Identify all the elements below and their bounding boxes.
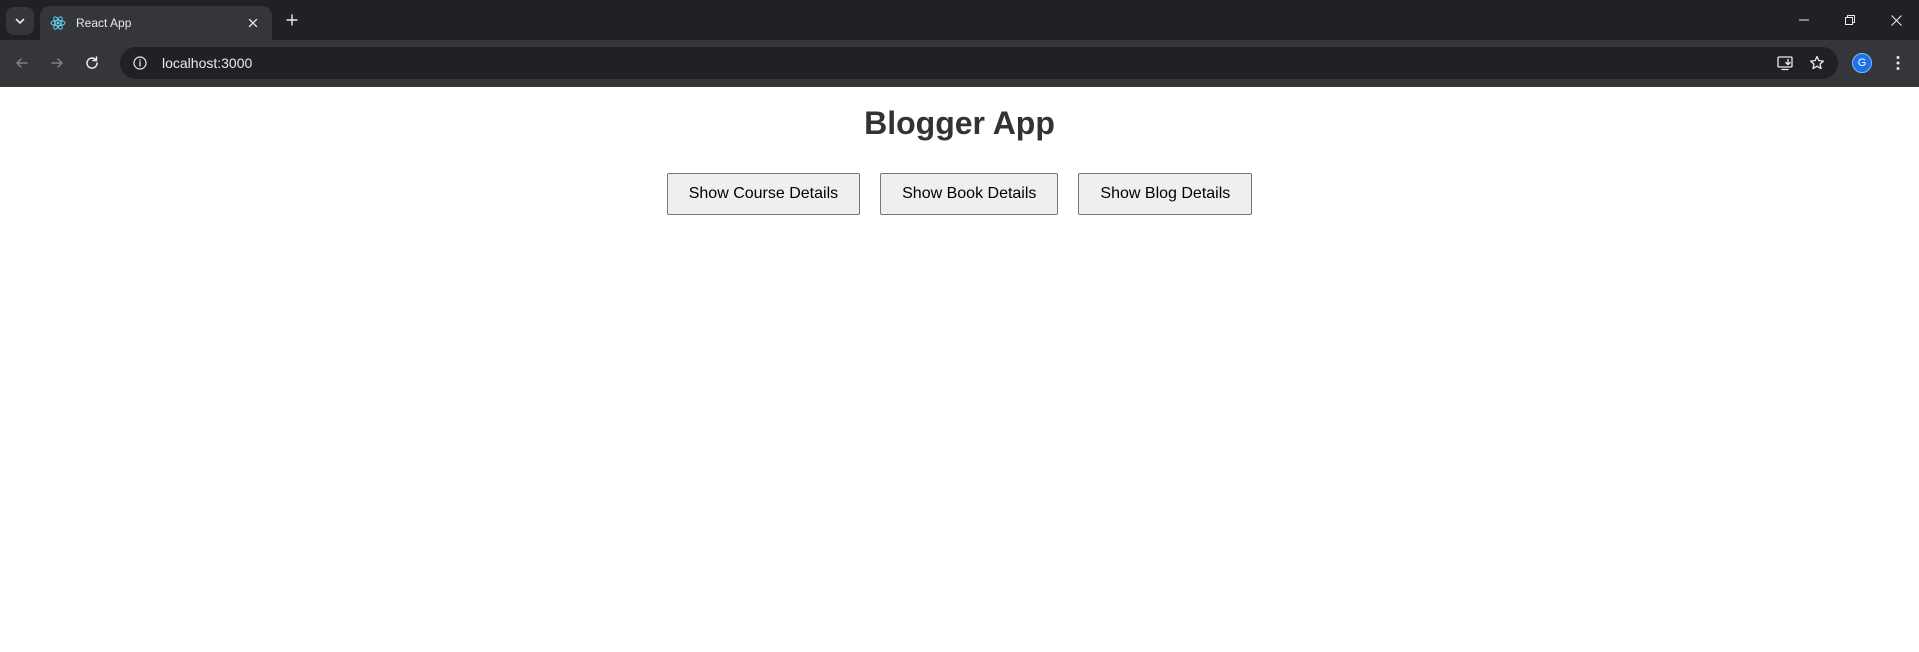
tab-search-button[interactable] xyxy=(6,7,34,35)
tab-strip: React App xyxy=(0,0,1919,40)
page-content: Blogger App Show Course Details Show Boo… xyxy=(0,87,1919,652)
restore-button[interactable] xyxy=(1827,0,1873,40)
close-window-button[interactable] xyxy=(1873,0,1919,40)
react-logo-icon xyxy=(50,15,66,31)
minimize-button[interactable] xyxy=(1781,0,1827,40)
arrow-right-icon xyxy=(49,55,65,71)
url-text: localhost:3000 xyxy=(162,55,253,71)
back-button[interactable] xyxy=(8,49,36,77)
tab-title: React App xyxy=(76,16,132,30)
tab-active[interactable]: React App xyxy=(40,6,272,40)
close-window-icon xyxy=(1890,14,1902,26)
reload-icon xyxy=(84,55,100,71)
profile-avatar[interactable]: G xyxy=(1852,53,1872,73)
browser-toolbar: localhost:3000 G xyxy=(0,40,1919,87)
browser-menu-button[interactable] xyxy=(1886,51,1910,75)
address-bar-actions xyxy=(1772,50,1830,76)
reload-button[interactable] xyxy=(78,49,106,77)
forward-button[interactable] xyxy=(43,49,71,77)
new-tab-button[interactable] xyxy=(281,9,303,31)
minimize-icon xyxy=(1799,15,1809,25)
info-icon[interactable] xyxy=(124,47,156,79)
button-row: Show Course Details Show Book Details Sh… xyxy=(0,173,1919,215)
show-book-details-button[interactable]: Show Book Details xyxy=(880,173,1059,215)
show-blog-details-button[interactable]: Show Blog Details xyxy=(1078,173,1253,215)
star-icon[interactable] xyxy=(1804,50,1830,76)
window-controls xyxy=(1781,0,1919,40)
address-bar[interactable]: localhost:3000 xyxy=(120,47,1838,79)
plus-icon xyxy=(286,14,298,26)
restore-icon xyxy=(1845,15,1855,25)
show-course-details-button[interactable]: Show Course Details xyxy=(666,173,861,215)
close-icon[interactable] xyxy=(244,14,262,32)
arrow-left-icon xyxy=(14,55,30,71)
install-app-icon[interactable] xyxy=(1772,50,1798,76)
kebab-menu-icon xyxy=(1896,55,1900,71)
chevron-down-icon xyxy=(14,15,26,27)
page-title: Blogger App xyxy=(864,105,1055,141)
browser-chrome: React App localhost:3000 G xyxy=(0,0,1919,87)
